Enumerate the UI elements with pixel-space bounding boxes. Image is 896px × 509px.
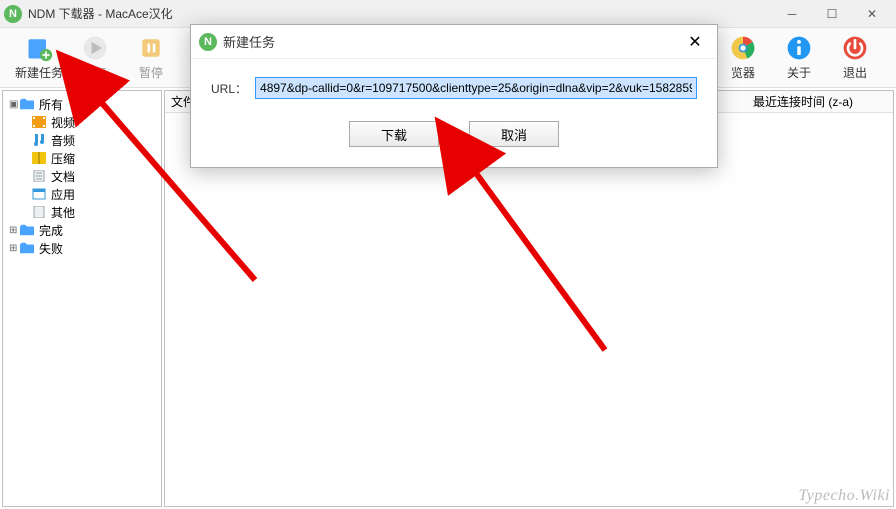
download-button[interactable]: 下载	[349, 121, 439, 147]
window-minimize-button[interactable]: ─	[772, 0, 812, 28]
pause-icon	[137, 34, 165, 62]
window-maximize-button[interactable]: ☐	[812, 0, 852, 28]
folder-icon	[19, 241, 35, 255]
folder-icon	[19, 223, 35, 237]
tree-label: 音频	[51, 132, 75, 149]
tree-item-fail[interactable]: ⊞ 失败	[5, 239, 159, 257]
archive-icon	[31, 151, 47, 165]
resume-button[interactable]: 恢复	[68, 31, 122, 85]
tree-item-app[interactable]: 应用	[27, 185, 159, 203]
browser-button[interactable]: 览器	[716, 31, 770, 85]
new-task-icon	[25, 34, 53, 62]
tree-label: 所有	[39, 96, 63, 113]
power-icon	[841, 34, 869, 62]
tree-label: 视频	[51, 114, 75, 131]
url-label: URL：	[211, 80, 247, 97]
new-task-dialog: N 新建任务 ✕ URL： 下载 取消	[190, 24, 718, 168]
app-icon	[31, 187, 47, 201]
expander-icon[interactable]: ▣	[9, 99, 19, 110]
resume-label: 恢复	[83, 64, 107, 81]
tree-item-archive[interactable]: 压缩	[27, 149, 159, 167]
app-logo-icon: N	[199, 33, 217, 51]
tree-item-video[interactable]: 视频	[27, 113, 159, 131]
new-task-button[interactable]: 新建任务	[12, 31, 66, 85]
about-button[interactable]: 关于	[772, 31, 826, 85]
tree-item-all[interactable]: ▣ 所有	[5, 95, 159, 113]
tree-label: 应用	[51, 186, 75, 203]
dialog-close-button[interactable]: ✕	[681, 28, 709, 56]
tree-label: 压缩	[51, 150, 75, 167]
app-logo-icon: N	[4, 5, 22, 23]
tree-label: 失败	[39, 240, 63, 257]
video-icon	[31, 115, 47, 129]
pause-label: 暂停	[139, 64, 163, 81]
other-icon	[31, 205, 47, 219]
cancel-button[interactable]: 取消	[469, 121, 559, 147]
browser-label: 览器	[731, 64, 755, 81]
play-icon	[81, 34, 109, 62]
url-input[interactable]	[255, 77, 697, 99]
window-title: NDM 下载器 - MacAce汉化	[28, 5, 173, 22]
watermark: Typecho.Wiki	[799, 487, 890, 505]
info-icon	[785, 34, 813, 62]
dialog-title-text: 新建任务	[223, 32, 275, 51]
exit-button[interactable]: 退出	[828, 31, 882, 85]
folder-icon	[19, 97, 35, 111]
dialog-titlebar: N 新建任务 ✕	[191, 25, 717, 59]
tree-item-other[interactable]: 其他	[27, 203, 159, 221]
audio-icon	[31, 133, 47, 147]
document-icon	[31, 169, 47, 183]
about-label: 关于	[787, 64, 811, 81]
tree-label: 完成	[39, 222, 63, 239]
pause-button[interactable]: 暂停	[124, 31, 178, 85]
new-task-label: 新建任务	[15, 64, 63, 81]
col-time[interactable]: 最近连接时间 (z-a)	[753, 93, 893, 110]
tree-item-audio[interactable]: 音频	[27, 131, 159, 149]
expander-icon[interactable]: ⊞	[9, 225, 19, 236]
tree-label: 文档	[51, 168, 75, 185]
exit-label: 退出	[843, 64, 867, 81]
expander-icon[interactable]: ⊞	[9, 243, 19, 254]
tree-label: 其他	[51, 204, 75, 221]
window-close-button[interactable]: ✕	[852, 0, 892, 28]
tree-item-document[interactable]: 文档	[27, 167, 159, 185]
tree-item-done[interactable]: ⊞ 完成	[5, 221, 159, 239]
category-tree[interactable]: ▣ 所有 视频 音频 压缩 文档 应用 其他 ⊞ 完成 ⊞ 失败	[2, 90, 162, 507]
browser-icon	[729, 34, 757, 62]
